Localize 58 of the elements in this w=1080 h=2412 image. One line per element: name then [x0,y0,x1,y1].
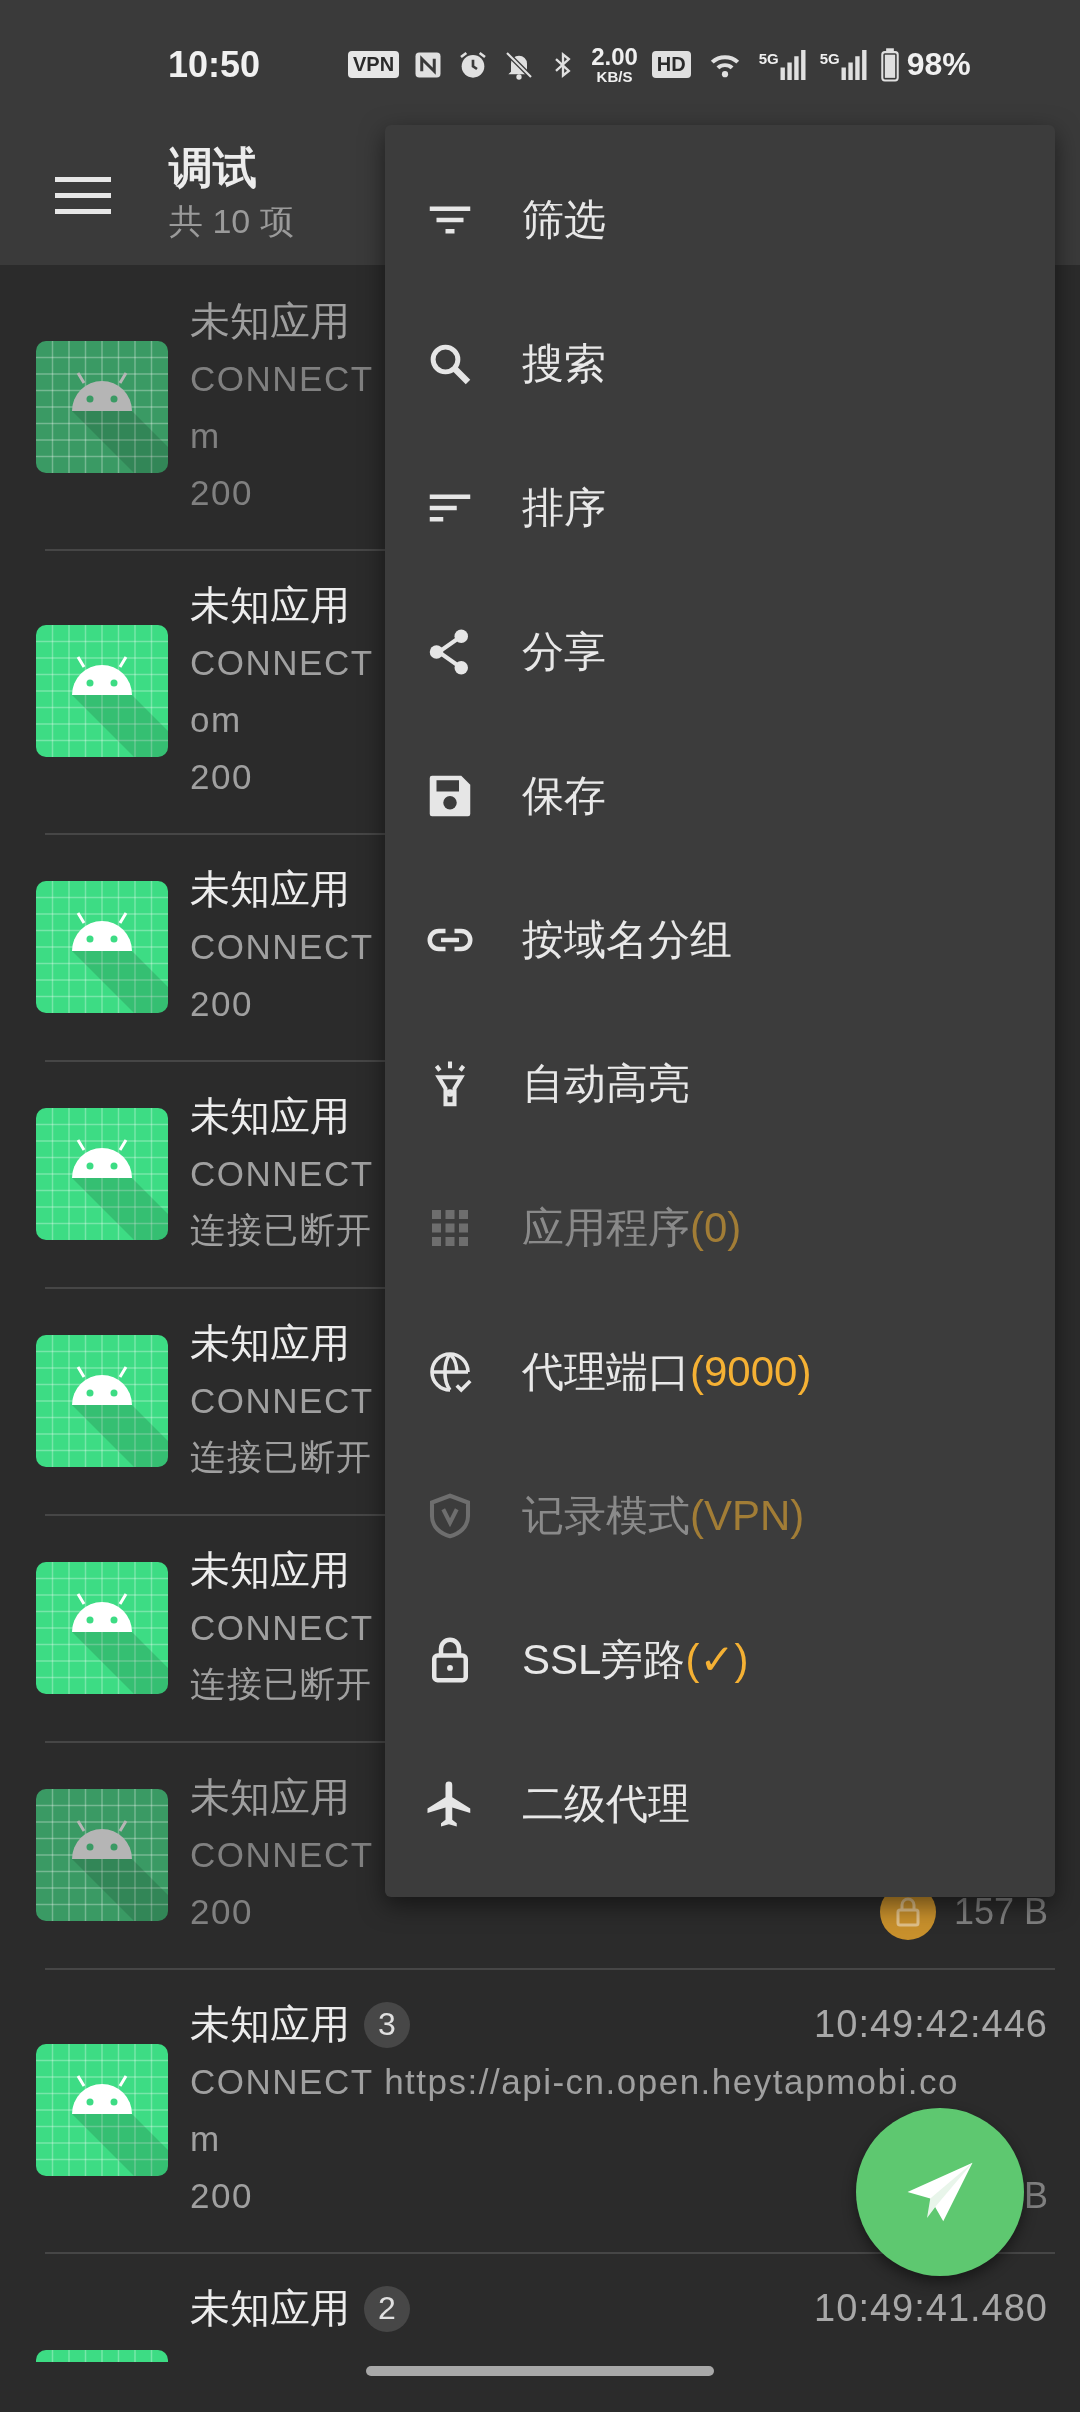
request-detail: 200 [190,472,253,513]
request-detail: 200 [190,1891,253,1932]
speed-value: 2.00 [591,45,638,69]
app-name: 未知应用 [190,298,350,345]
app-name: 未知应用 [190,2001,350,2048]
request-detail: m [190,2118,221,2159]
item-count: 共 10 项 [169,201,294,242]
request-detail: 连接已断开 [190,1436,373,1478]
request-detail: om [190,699,242,740]
request-detail: CONNECT https://api-cn.open.heytapmobi.co [190,2061,959,2102]
request-detail: 连接已断开 [190,1663,373,1705]
request-detail: m [190,415,221,456]
screen-title: 调试 [169,142,258,194]
menu-item[interactable]: 保存 [385,724,1055,868]
request-detail: CONNECT [190,1607,374,1648]
request-detail: CONNECT [190,1380,374,1421]
speed-unit: KB/S [596,69,633,84]
app-name: 未知应用 [190,1774,350,1821]
app-name: 未知应用 [190,1547,350,1594]
hd-badge: HD [651,51,691,78]
menu-icon[interactable] [55,175,111,215]
request-detail: CONNECT [190,358,374,399]
menu-item[interactable]: 自动高亮 [385,1012,1055,1156]
request-detail: 200 [190,983,253,1024]
battery-percent: 98% [906,46,971,83]
count-badge: 2 [364,2285,410,2332]
menu-item[interactable]: 按域名分组 [385,868,1055,1012]
request-detail: 连接已断开 [190,1209,373,1251]
battery-icon [880,47,899,82]
signal-icon [840,49,867,80]
network-type: 5G [758,49,779,67]
app-name: 未知应用 [190,2285,350,2332]
menu-item[interactable]: 搜索 [385,292,1055,436]
request-detail: 200 [190,756,253,797]
app-name: 未知应用 [190,1320,350,1367]
count-badge: 3 [364,2001,410,2048]
request-detail: CONNECT [190,1153,374,1194]
clock: 10:50 [168,43,262,86]
signal-icon [779,49,806,80]
request-time: 10:49:41.480 [814,2287,1048,2330]
menu-item[interactable]: 二级代理 [385,1732,1055,1876]
request-detail: CONNECT [190,642,374,683]
app-name: 未知应用 [190,1093,350,1140]
menu-item[interactable]: 排序 [385,436,1055,580]
request-detail: 200 [190,2175,253,2216]
menu-item[interactable]: 分享 [385,580,1055,724]
network-type: 5G [819,49,840,67]
app-name: 未知应用 [190,582,350,629]
response-size: B [1024,2174,1048,2217]
app-name: 未知应用 [190,866,350,913]
vpn-badge: VPN [348,51,400,78]
request-detail: CONNECT [190,1834,374,1875]
menu-item[interactable]: 筛选 [385,148,1055,292]
request-detail: CONNECT [190,926,374,967]
request-time: 10:49:42:446 [814,2003,1048,2046]
menu-item[interactable]: SSL旁路(✓) [385,1588,1055,1732]
menu-item[interactable]: 代理端口(9000) [385,1300,1055,1444]
response-size: 157 B [953,1890,1048,1933]
